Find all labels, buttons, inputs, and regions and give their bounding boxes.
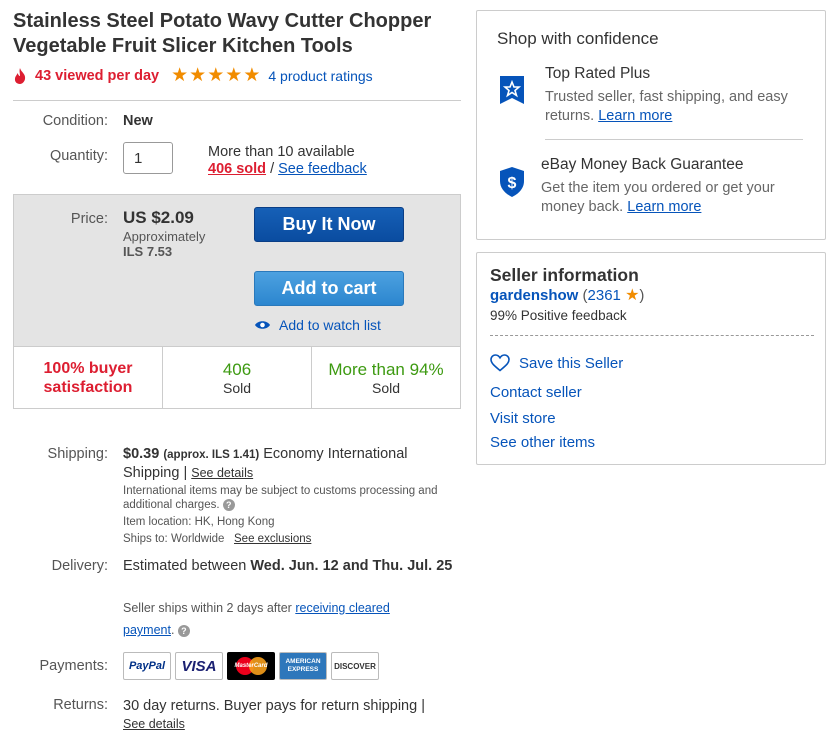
top-rated-text: Trusted seller, fast shipping, and easy … <box>545 88 815 126</box>
stat-sub: Sold <box>371 379 401 396</box>
save-seller-label: Save this Seller <box>519 354 624 372</box>
price-value: US $2.09 <box>123 208 194 227</box>
available-count: More than 10 available <box>208 144 355 160</box>
listing-stats-row: 43 viewed per day ★ ★ ★ ★ ★ 4 product ra… <box>13 66 373 86</box>
delivery-note-text: Seller ships within 2 days after <box>123 601 292 615</box>
shipping-label: Shipping: <box>47 446 108 462</box>
stat-percent-sold: More than 94% Sold <box>312 347 460 408</box>
shipping-approx: (approx. ILS 1.41) <box>163 449 260 461</box>
rating-stars[interactable]: ★ ★ ★ ★ ★ <box>171 66 260 86</box>
stat-main: 406 <box>222 359 252 379</box>
price-approx: Approximately ILS 7.53 <box>123 229 205 259</box>
listing-title: Stainless Steel Potato Wavy Cutter Chopp… <box>13 10 432 57</box>
condition-label: Condition: <box>42 113 108 129</box>
delivery-prefix: Estimated between <box>123 558 247 574</box>
shipping-price: $0.39 <box>123 446 160 462</box>
star-icon: ★ <box>207 65 225 86</box>
flame-icon <box>14 68 26 84</box>
product-ratings-link[interactable]: 4 product ratings <box>268 68 372 84</box>
confidence-title: Shop with confidence <box>497 29 659 48</box>
paypal-icon: PayPal <box>123 652 171 680</box>
approx-label: Approximately <box>123 229 206 244</box>
money-back-text: Get the item you ordered or get your mon… <box>541 179 801 217</box>
money-back-learn-more[interactable]: Learn more <box>627 199 701 215</box>
contact-seller-link[interactable]: Contact seller <box>490 384 582 401</box>
amex-icon: AMERICAN EXPRESS <box>279 652 327 680</box>
divider <box>13 100 461 101</box>
ships-to: Ships to: Worldwide See exclusions <box>123 532 311 546</box>
shipping-info: $0.39 (approx. ILS 1.41) Economy Interna… <box>123 445 453 482</box>
customs-note: International items may be subject to cu… <box>123 484 453 512</box>
sold-count-link[interactable]: 406 sold <box>208 161 266 177</box>
availability: More than 10 available 406 sold / See fe… <box>208 144 367 178</box>
watch-list-label: Add to watch list <box>279 317 381 333</box>
star-badge-icon <box>500 76 524 104</box>
discover-icon: DISCOVER <box>331 652 379 680</box>
heart-icon <box>490 354 510 372</box>
returns-details-link[interactable]: See details <box>123 717 185 731</box>
star-icon: ★ <box>243 65 261 86</box>
shipping-details-link[interactable]: See details <box>191 466 253 480</box>
save-seller-button[interactable]: Save this Seller <box>490 354 623 372</box>
seller-name-link[interactable]: gardenshow <box>490 287 578 304</box>
delivery-note: Seller ships within 2 days after receivi… <box>123 597 423 641</box>
returns-info: 30 day returns. Buyer pays for return sh… <box>123 697 453 733</box>
money-back-title: eBay Money Back Guarantee <box>541 156 744 173</box>
star-icon: ★ <box>189 65 207 86</box>
top-rated-title: Top Rated Plus <box>545 65 651 82</box>
help-icon[interactable]: ? <box>222 498 235 511</box>
seller-name-row: gardenshow (2361 ★) <box>490 287 645 304</box>
stat-main: More than 94% <box>328 359 444 379</box>
condition-value: New <box>123 113 153 129</box>
help-icon[interactable]: ? <box>177 624 190 637</box>
returns-text: 30 day returns. Buyer pays for return sh… <box>123 698 425 714</box>
sales-stats: 100% buyer satisfaction 406 Sold More th… <box>13 346 461 409</box>
item-location: Item location: HK, Hong Kong <box>123 516 275 528</box>
delivery-note-period: . <box>170 623 175 637</box>
star-icon: ★ <box>171 65 189 86</box>
positive-feedback: 99% Positive feedback <box>490 308 627 323</box>
visit-store-link[interactable]: Visit store <box>490 410 556 427</box>
payments-label: Payments: <box>39 658 109 674</box>
mastercard-label: MasterCard <box>234 663 268 669</box>
mastercard-icon: MasterCard <box>227 652 275 680</box>
stat-sub: Sold <box>222 379 252 396</box>
stat-sold: 406 Sold <box>163 347 312 408</box>
seller-info-title: Seller information <box>490 265 639 285</box>
see-exclusions-link[interactable]: See exclusions <box>234 533 311 545</box>
star-icon: ★ <box>625 287 640 304</box>
stat-satisfaction: 100% buyer satisfaction <box>14 347 163 408</box>
dollar-shield-icon: $ <box>500 167 524 197</box>
stat-main: 100% buyer satisfaction <box>43 359 133 396</box>
seller-score-link[interactable]: 2361 <box>588 287 621 304</box>
delivery-dates: Wed. Jun. 12 and Thu. Jul. 25 <box>250 558 453 574</box>
price-label: Price: <box>70 211 108 227</box>
svg-text:$: $ <box>508 175 517 192</box>
separator: / <box>270 161 275 177</box>
returns-label: Returns: <box>53 697 108 713</box>
quantity-label: Quantity: <box>49 148 108 164</box>
add-to-cart-button[interactable]: Add to cart <box>254 271 404 306</box>
add-to-watch-list[interactable]: Add to watch list <box>255 317 381 333</box>
see-other-items-link[interactable]: See other items <box>490 434 595 451</box>
shop-with-confidence-card: Shop with confidence Top Rated Plus Trus… <box>476 10 826 240</box>
viewed-per-day: 43 viewed per day <box>35 68 160 84</box>
ships-to-text: Ships to: Worldwide <box>123 533 225 545</box>
approx-value: ILS 7.53 <box>123 244 173 259</box>
visa-icon: VISA <box>175 652 223 680</box>
divider <box>545 139 803 140</box>
divider <box>490 335 814 336</box>
delivery-label: Delivery: <box>51 558 108 574</box>
eye-icon <box>255 321 270 329</box>
delivery-estimate: Estimated between Wed. Jun. 12 and Thu. … <box>123 557 458 575</box>
seller-information-card: Seller information gardenshow (2361 ★) 9… <box>476 252 826 465</box>
payment-methods: PayPal VISA MasterCard AMERICAN EXPRESS … <box>123 652 379 680</box>
customs-text: International items may be subject to cu… <box>123 485 438 511</box>
buy-it-now-button[interactable]: Buy It Now <box>254 207 404 242</box>
top-rated-learn-more[interactable]: Learn more <box>598 108 672 124</box>
see-feedback-link[interactable]: See feedback <box>278 161 367 177</box>
star-icon: ★ <box>225 65 243 86</box>
quantity-input[interactable] <box>123 142 173 174</box>
